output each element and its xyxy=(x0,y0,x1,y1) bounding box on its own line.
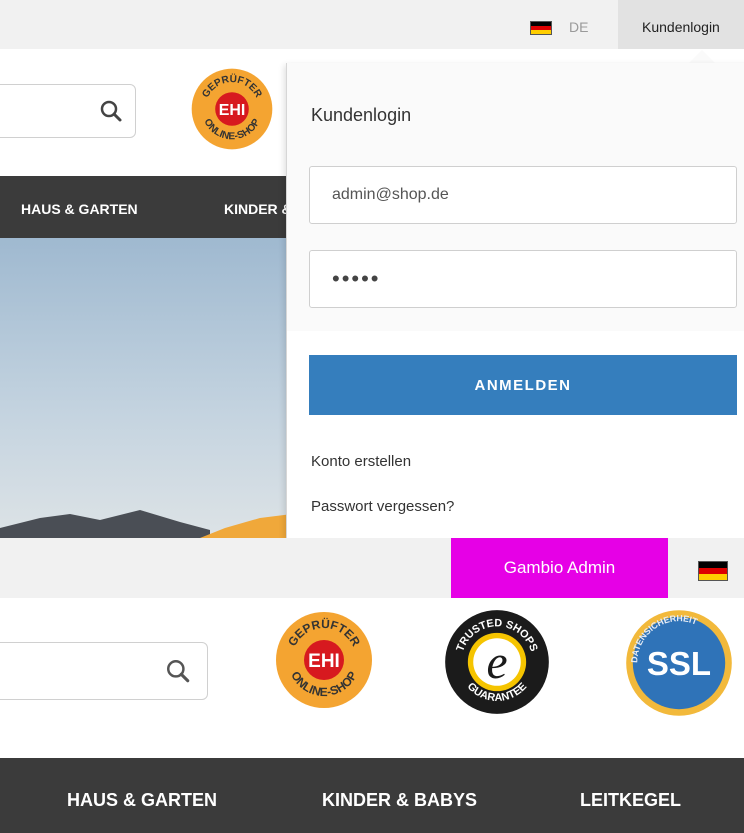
nav-item-haus-garten[interactable]: HAUS & GARTEN xyxy=(21,201,138,217)
nav-item-leitkegel[interactable]: LEITKEGEL xyxy=(580,790,681,811)
language-selector[interactable]: DE xyxy=(569,19,588,35)
ssl-seal-icon[interactable]: DATENSICHERHEIT SSL xyxy=(624,608,734,723)
login-popup: Kundenlogin ANMELDEN Konto erstellen Pas… xyxy=(286,63,744,538)
nav-item-kinder-babys[interactable]: KINDER & BABYS xyxy=(322,790,477,811)
german-flag-icon[interactable] xyxy=(530,21,552,35)
nav-item-haus-garten[interactable]: HAUS & GARTEN xyxy=(67,790,217,811)
forgot-password-link[interactable]: Passwort vergessen? xyxy=(311,498,454,515)
customer-login-tab[interactable]: Kundenlogin xyxy=(618,0,744,49)
email-field[interactable] xyxy=(309,166,737,224)
ehi-center-text: EHI xyxy=(308,651,340,672)
main-navigation-bottom: HAUS & GARTEN KINDER & BABYS LEITKEGEL xyxy=(0,758,744,833)
ehi-seal-icon[interactable]: GEPRÜFTER EHI ONLINE-SHOP xyxy=(190,67,274,156)
search-input[interactable] xyxy=(0,84,136,138)
top-bar: DE Kundenlogin xyxy=(0,0,744,49)
login-popup-title: Kundenlogin xyxy=(311,105,412,125)
ssl-center-text: SSL xyxy=(647,645,711,682)
popup-caret xyxy=(688,50,716,64)
customer-login-label: Kundenlogin xyxy=(642,19,720,35)
search-input[interactable] xyxy=(0,642,208,700)
search-icon[interactable] xyxy=(99,99,123,128)
gambio-admin-button[interactable]: Gambio Admin xyxy=(451,538,668,598)
ehi-seal-icon[interactable]: GEPRÜFTER EHI ONLINE-SHOP xyxy=(274,610,374,715)
hero-banner-image xyxy=(0,238,300,538)
ehi-center-text: EHI xyxy=(219,102,246,119)
trusted-shops-e: e xyxy=(486,637,507,689)
trusted-shops-seal-icon[interactable]: TRUSTED SHOPS e GUARANTEE xyxy=(443,608,551,721)
search-icon[interactable] xyxy=(165,658,191,689)
password-field[interactable] xyxy=(309,250,737,308)
german-flag-icon[interactable] xyxy=(698,561,728,581)
login-submit-button[interactable]: ANMELDEN xyxy=(309,355,737,415)
main-navigation-top: HAUS & GARTEN KINDER & BABYS xyxy=(0,176,345,238)
create-account-link[interactable]: Konto erstellen xyxy=(311,453,411,470)
